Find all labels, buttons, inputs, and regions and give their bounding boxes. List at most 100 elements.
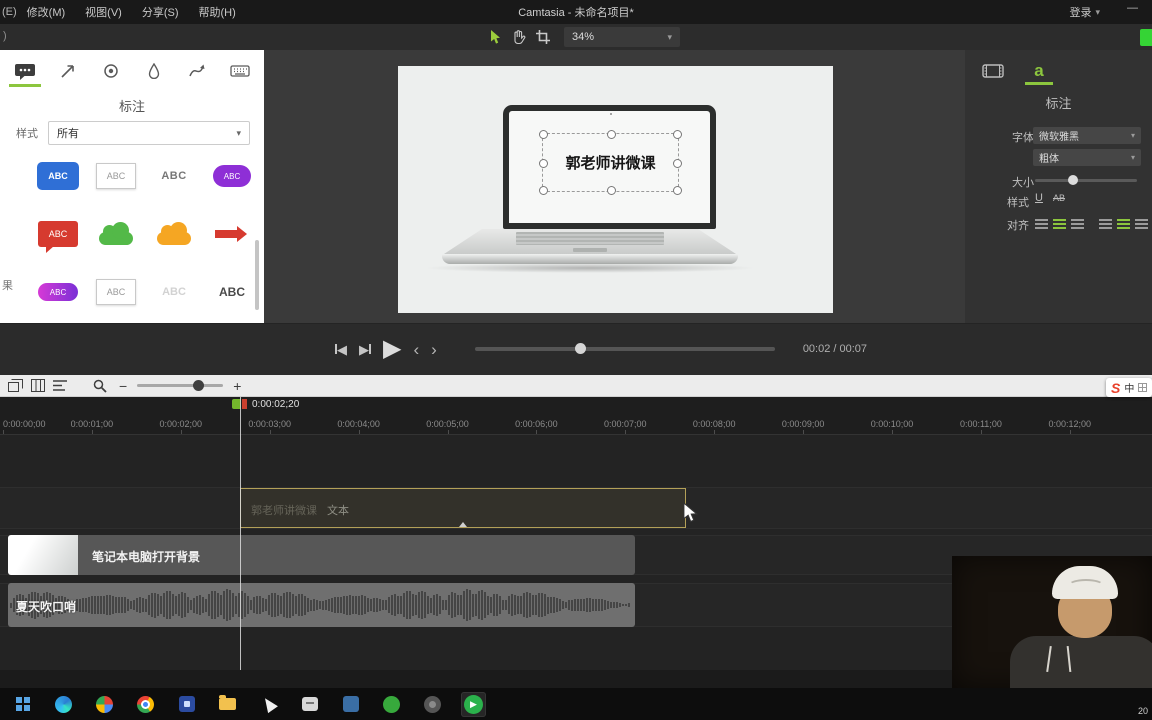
- playhead-line[interactable]: [240, 397, 241, 670]
- resize-handle-n[interactable]: [606, 130, 616, 139]
- style-filter-dropdown[interactable]: 所有 ▾: [48, 121, 250, 145]
- callout-style-thumb[interactable]: [92, 212, 140, 256]
- underline-button[interactable]: U: [1035, 192, 1043, 204]
- folder-icon: [219, 695, 236, 710]
- ruler-tick: [269, 430, 271, 434]
- align-center-button[interactable]: [1053, 219, 1066, 229]
- callout-style-thumb[interactable]: ABC: [92, 154, 140, 198]
- callout-clip-label: 文本: [327, 505, 349, 517]
- tab-keystrokes[interactable]: [227, 59, 253, 83]
- callout-style-thumb[interactable]: ABC: [34, 270, 82, 314]
- callout-text[interactable]: 郭老师讲微课: [565, 152, 655, 173]
- align-bottom-button[interactable]: [1135, 219, 1148, 229]
- timeline-ruler[interactable]: 0:00:00;00 0:00:01;00 0:00:02;00 0:00:03;00…: [0, 411, 1152, 435]
- chrome-taskbar-button[interactable]: [133, 692, 158, 717]
- ime-bar[interactable]: S 中: [1106, 378, 1152, 397]
- align-top-button[interactable]: [1099, 219, 1112, 229]
- preview-stage[interactable]: 郭老师讲微课: [398, 66, 833, 313]
- seek-slider[interactable]: [474, 343, 775, 354]
- timeline-zoom-knob[interactable]: [193, 380, 205, 391]
- menu-item-modify[interactable]: 修改(M): [17, 4, 76, 20]
- select-cursor-tool-button[interactable]: [488, 29, 501, 45]
- tab-media-properties[interactable]: [981, 60, 1005, 82]
- menu-item-partial[interactable]: (E): [2, 6, 17, 18]
- step-back-button[interactable]: ‹: [413, 341, 419, 358]
- callout-style-thumb[interactable]: ABC: [34, 212, 82, 256]
- minimize-button[interactable]: —: [1127, 2, 1138, 14]
- font-size-slider[interactable]: [1035, 175, 1137, 185]
- zoom-in-button[interactable]: +: [233, 379, 241, 393]
- chat-app-button[interactable]: [297, 692, 322, 717]
- track-options-icon[interactable]: [31, 379, 45, 392]
- crop-tool-button[interactable]: [536, 30, 550, 44]
- navy-app-button[interactable]: [338, 692, 363, 717]
- callout-style-thumb[interactable]: ABC: [92, 270, 140, 314]
- file-explorer-button[interactable]: [215, 692, 240, 717]
- track-list-icon[interactable]: [53, 379, 67, 392]
- font-size-slider-knob[interactable]: [1068, 175, 1078, 185]
- audio-clip[interactable]: 夏天吹口哨: [8, 583, 635, 627]
- edge-taskbar-button[interactable]: [51, 692, 76, 717]
- callout-style-thumb[interactable]: [208, 212, 256, 256]
- tab-motion[interactable]: [184, 59, 210, 83]
- callout-style-thumb[interactable]: ABC: [208, 270, 256, 314]
- add-track-icon[interactable]: [8, 379, 23, 392]
- font-weight-dropdown[interactable]: 粗体 ▾: [1033, 149, 1141, 166]
- callout-clip[interactable]: 郭老师讲微课 文本: [240, 488, 686, 528]
- seek-slider-knob[interactable]: [574, 343, 586, 354]
- playhead-out-handle[interactable]: [242, 399, 247, 409]
- zoom-search-icon[interactable]: [93, 379, 107, 393]
- callout-style-thumb[interactable]: ABC: [34, 154, 82, 198]
- tab-shapes[interactable]: [98, 59, 124, 83]
- callout-style-thumb[interactable]: ABC: [208, 154, 256, 198]
- ime-mode-chinese[interactable]: 中: [1124, 380, 1134, 395]
- selected-callout[interactable]: 郭老师讲微课: [539, 130, 682, 195]
- pointer-app-button[interactable]: [256, 692, 281, 717]
- align-right-button[interactable]: [1071, 219, 1084, 229]
- gray-app-button[interactable]: [420, 692, 445, 717]
- resize-handle-sw[interactable]: [539, 186, 548, 195]
- video-clip[interactable]: 笔记本电脑打开背景: [8, 535, 635, 575]
- align-left-button[interactable]: [1035, 219, 1048, 229]
- resize-handle-ne[interactable]: [673, 130, 682, 139]
- start-button[interactable]: [10, 692, 35, 717]
- timeline-zoom-slider[interactable]: [137, 380, 224, 391]
- ime-menu-icon[interactable]: [1138, 383, 1148, 392]
- resize-handle-e[interactable]: [673, 158, 682, 168]
- zoom-out-button[interactable]: −: [119, 379, 127, 393]
- callout-style-thumb[interactable]: ABC: [150, 154, 198, 198]
- callout-style-thumb[interactable]: [150, 212, 198, 256]
- strikethrough-button[interactable]: AB: [1053, 193, 1065, 203]
- callout-style-thumb[interactable]: ABC: [150, 270, 198, 314]
- font-family-dropdown[interactable]: 微软雅黑 ▾: [1033, 127, 1141, 144]
- resize-handle-s[interactable]: [606, 186, 616, 195]
- tab-arrows[interactable]: [55, 59, 81, 83]
- tab-blur[interactable]: [141, 59, 167, 83]
- menu-item-help[interactable]: 帮助(H): [189, 4, 246, 20]
- resize-handle-w[interactable]: [539, 158, 548, 168]
- camtasia-taskbar-button[interactable]: ▶: [461, 691, 486, 717]
- ruler-tick: [358, 430, 360, 434]
- record-button-partial[interactable]: [1140, 29, 1152, 46]
- login-button[interactable]: 登录 ▾: [1069, 4, 1100, 20]
- ruler-tick: [180, 430, 182, 434]
- pinwheel-app-icon: [96, 695, 113, 713]
- step-forward-button[interactable]: ›: [431, 341, 437, 358]
- sogou-icon[interactable]: S: [1111, 381, 1120, 395]
- menu-item-share[interactable]: 分享(S): [132, 4, 189, 20]
- pinwheel-app-button[interactable]: [92, 692, 117, 717]
- align-middle-button[interactable]: [1117, 219, 1130, 229]
- next-frame-button[interactable]: ▶: [359, 343, 371, 356]
- pan-hand-tool-button[interactable]: [511, 29, 526, 45]
- tab-callouts[interactable]: [8, 59, 41, 87]
- green-app-button[interactable]: [379, 692, 404, 717]
- resize-handle-se[interactable]: [673, 186, 682, 195]
- resize-handle-nw[interactable]: [539, 130, 548, 139]
- zoom-level-dropdown[interactable]: 34% ▾: [564, 27, 680, 47]
- panel-scrollbar[interactable]: [255, 240, 259, 310]
- blue-app-button[interactable]: [174, 692, 199, 717]
- menu-item-view[interactable]: 视图(V): [75, 4, 132, 20]
- tab-text-properties[interactable]: a: [1025, 60, 1053, 85]
- previous-frame-button[interactable]: ◀: [335, 343, 347, 356]
- play-button[interactable]: ▶: [383, 337, 401, 361]
